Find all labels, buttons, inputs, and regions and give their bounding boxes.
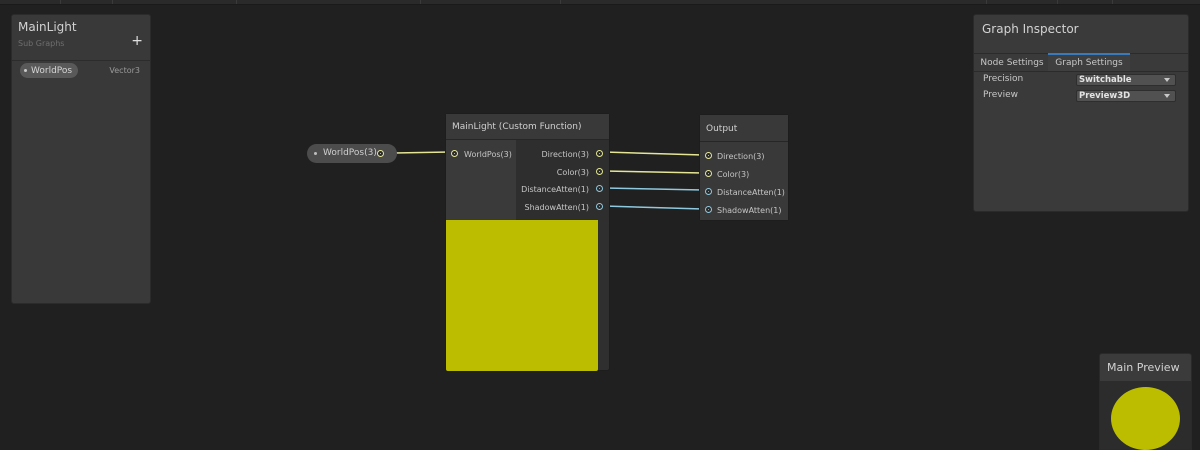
output-label-shadow-atten: ShadowAtten(1) — [524, 203, 590, 212]
custom-function-header[interactable]: MainLight (Custom Function) — [446, 114, 609, 140]
property-node-label: WorldPos(3) — [323, 148, 377, 158]
chevron-down-icon — [1164, 78, 1170, 82]
output-input-label-distance-atten: DistanceAtten(1) — [717, 188, 785, 197]
graph-inspector-title: Graph Inspector — [982, 22, 1079, 36]
custom-function-node[interactable]: MainLight (Custom Function) WorldPos(3) … — [445, 113, 610, 371]
custom-function-outputs: Direction(3) Color(3) DistanceAtten(1) S… — [516, 140, 609, 220]
output-label-color: Color(3) — [556, 168, 589, 177]
blackboard-panel: MainLight Sub Graphs + WorldPos Vector3 — [11, 14, 151, 304]
main-preview-viewport[interactable] — [1100, 381, 1191, 450]
inspector-tab-divider — [974, 71, 1188, 72]
output-label-direction: Direction(3) — [541, 150, 589, 159]
custom-function-inputs: WorldPos(3) — [446, 140, 516, 220]
precision-value: Switchable — [1079, 75, 1132, 85]
input-port-worldpos[interactable] — [451, 150, 458, 157]
wire-worldpos — [393, 151, 451, 154]
input-label-worldpos: WorldPos(3) — [464, 150, 512, 159]
property-dot-icon — [24, 69, 27, 72]
output-input-port-distance-atten[interactable] — [705, 188, 712, 195]
output-input-port-shadow-atten[interactable] — [705, 206, 712, 213]
preview-sphere — [1111, 387, 1180, 450]
output-node-header[interactable]: Output — [700, 115, 788, 142]
output-label-distance-atten: DistanceAtten(1) — [521, 185, 589, 194]
output-input-label-shadow-atten: ShadowAtten(1) — [717, 206, 782, 215]
graph-inspector-panel: Graph Inspector Node Settings Graph Sett… — [973, 14, 1189, 212]
output-input-port-direction[interactable] — [705, 152, 712, 159]
wire-direction — [603, 151, 704, 156]
preview-dropdown[interactable]: Preview3D — [1076, 90, 1176, 102]
output-port-direction[interactable] — [596, 150, 603, 157]
wire-shadow-atten — [603, 205, 704, 210]
output-port-shadow-atten[interactable] — [596, 203, 603, 210]
blackboard-title: MainLight — [18, 20, 77, 34]
wire-distance-atten — [603, 187, 704, 191]
output-node-inputs: Direction(3) Color(3) DistanceAtten(1) S… — [700, 142, 788, 220]
precision-dropdown[interactable]: Switchable — [1076, 74, 1176, 86]
main-preview-title: Main Preview — [1107, 361, 1180, 374]
output-port-distance-atten[interactable] — [596, 185, 603, 192]
blackboard-property-type: Vector3 — [109, 66, 140, 75]
chevron-down-icon — [1164, 94, 1170, 98]
property-dot-icon — [314, 152, 317, 155]
output-port-color[interactable] — [596, 168, 603, 175]
blackboard-divider — [12, 60, 150, 61]
preview-value: Preview3D — [1079, 91, 1131, 101]
wire-color — [603, 170, 704, 174]
property-output-port[interactable] — [377, 150, 384, 157]
preview-label: Preview — [983, 90, 1019, 100]
worldpos-property-node[interactable]: WorldPos(3) — [307, 144, 397, 163]
output-input-port-color[interactable] — [705, 170, 712, 177]
output-input-label-color: Color(3) — [717, 170, 750, 179]
output-node[interactable]: Output Direction(3) Color(3) DistanceAtt… — [699, 114, 789, 221]
main-preview-panel[interactable]: Main Preview — [1099, 353, 1192, 450]
blackboard-property-pill[interactable]: WorldPos — [20, 63, 79, 78]
output-input-label-direction: Direction(3) — [717, 152, 765, 161]
tab-node-settings[interactable]: Node Settings — [976, 55, 1048, 71]
blackboard-property-name: WorldPos — [31, 65, 73, 76]
custom-function-title: MainLight (Custom Function) — [452, 122, 582, 132]
blackboard-subtitle: Sub Graphs — [18, 39, 65, 48]
precision-label: Precision — [983, 74, 1024, 84]
custom-function-preview — [446, 220, 598, 371]
add-property-icon[interactable]: + — [131, 34, 143, 48]
output-node-title: Output — [706, 124, 738, 134]
tab-graph-settings[interactable]: Graph Settings — [1048, 53, 1130, 71]
